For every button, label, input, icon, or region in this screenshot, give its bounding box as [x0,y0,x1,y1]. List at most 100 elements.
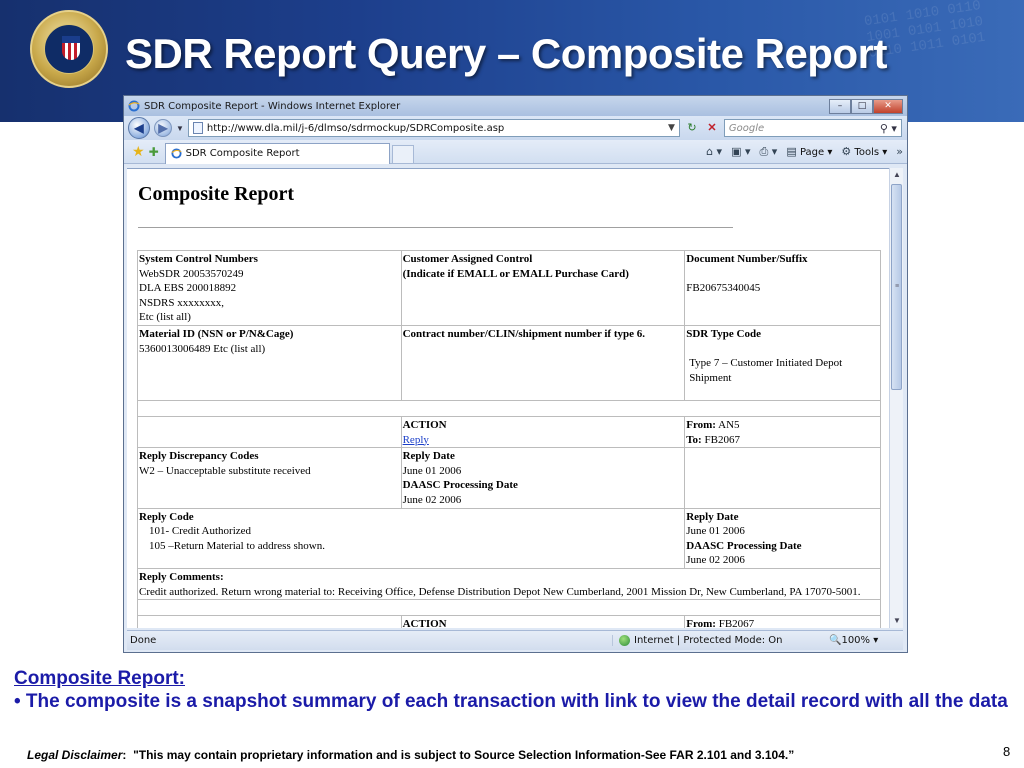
reply-code-cell: Reply Code 101- Credit Authorized 105 –R… [136,507,686,569]
cell-value: 5360013006489 Etc (list all) [139,342,266,355]
composite-report-table: System Control Numbers WebSDR 2005357024… [136,250,881,628]
scroll-up-icon[interactable]: ▲ [890,168,904,182]
cell-header: DAASC Processing Date [686,539,802,552]
cell-value: Credit authorized. Return wrong material… [139,585,861,598]
report-heading: Composite Report [138,183,295,205]
page-icon: ▤ [786,145,797,158]
from-value: AN5 [718,418,740,431]
page-viewport: Composite Report System Control Numbers … [127,168,889,628]
tools-menu[interactable]: ⚙ Tools ▾ [841,145,887,158]
scroll-down-icon[interactable]: ▼ [890,614,904,628]
cell-line: Etc (list all) [139,311,191,324]
window-title: SDR Composite Report - Windows Internet … [144,100,401,112]
home-icon[interactable]: ⌂ ▾ [706,145,722,158]
from-to-cell: From: AN5 To: FB2067 [684,415,881,449]
table-row: ACTION Reply From: AN5 To: FB2067 [137,415,881,449]
stop-icon[interactable]: ✕ [704,120,720,136]
refresh-icon[interactable]: ↻ [684,120,700,136]
cell-line: WebSDR 20053570249 [139,267,244,280]
close-button[interactable]: ✕ [873,98,903,114]
cell-value: June 02 2006 [686,554,745,567]
to-label: To: [686,433,702,446]
cell-line: NSDRS xxxxxxxx, [139,296,224,309]
from-cell: From: FB2067 [684,615,881,628]
page-number: 8 [1003,744,1011,759]
material-id-cell: Material ID (NSN or P/N&Cage) 5360013006… [137,324,402,401]
cell-value: Type 7 – Customer Initiated Depot Shipme… [689,357,843,384]
heading-divider [138,227,733,228]
new-tab-button[interactable] [391,144,414,164]
cell-header: Reply Discrepancy Codes [139,450,259,463]
scroll-thumb[interactable]: ≡ [891,184,902,390]
cell-line: DLA EBS 200018892 [139,282,237,295]
command-bar: ⌂ ▾ ▣ ▾ ⎙ ▾ ▤ Page ▾ ⚙ Tools ▾ » [706,145,903,159]
page-menu-label: Page [799,147,825,158]
history-dropdown-icon[interactable]: ▼ [176,124,184,133]
caption-heading: Composite Report: [14,668,185,689]
search-icon[interactable]: ⚲ ▾ [880,122,897,135]
empty-cell [137,615,402,628]
cell-line: 105 –Return Material to address shown. [149,539,325,552]
page-favicon-icon [192,122,203,134]
tab-sdr-composite-report[interactable]: SDR Composite Report [164,142,390,164]
search-placeholder: Google [728,122,765,134]
table-row: Material ID (NSN or P/N&Cage) 5360013006… [137,324,881,401]
action-cell: ACTION [400,615,686,628]
action-cell: ACTION Reply [400,415,686,449]
cell-value: FB20675340045 [686,282,761,295]
star-icon[interactable]: ★ [132,144,145,160]
maximize-button[interactable]: □ [851,98,873,114]
vertical-scrollbar[interactable]: ▲ ≡ ▼ [889,168,903,628]
cell-header: Reply Date [402,450,455,463]
cell-value: June 01 2006 [402,464,462,477]
slide-title: SDR Report Query – Composite Report [125,30,887,77]
system-control-cell: System Control Numbers WebSDR 2005357024… [137,250,402,326]
disclaimer-text: "This may contain proprietary informatio… [133,748,795,762]
url-dropdown-icon[interactable]: ▼ [668,123,675,133]
cell-header: Customer Assigned Control [402,253,533,265]
cell-header: SDR Type Code [686,327,762,340]
search-input[interactable]: Google ⚲ ▾ [723,119,902,137]
print-icon[interactable]: ⎙ ▾ [760,145,778,159]
cell-header: DAASC Processing Date [402,479,518,492]
zone-text: Internet | Protected Mode: On [634,635,783,646]
reply-date-cell: Reply Date June 01 2006 DAASC Processing… [684,507,881,569]
minimize-button[interactable]: – [829,98,851,114]
add-favorite-icon[interactable]: ✚ [149,145,159,159]
legal-disclaimer: Legal Disclaimer: "This may contain prop… [27,748,794,762]
page-menu[interactable]: ▤ Page ▾ [786,145,832,158]
status-text: Done [127,635,613,646]
back-arrow-icon[interactable]: ◀ [128,117,150,139]
table-row-spacer [137,399,881,417]
ie-logo-icon [128,100,140,112]
reply-comments-cell: Reply Comments: Credit authorized. Retur… [137,567,881,601]
feeds-icon[interactable]: ▣ ▾ [731,145,750,158]
reply-link[interactable]: Reply [403,433,684,448]
table-row: System Control Numbers WebSDR 2005357024… [137,250,881,326]
browser-window: SDR Composite Report - Windows Internet … [123,95,908,653]
from-label: From: [686,418,716,431]
tab-label: SDR Composite Report [185,148,300,159]
url-input[interactable]: http://www.dla.mil/j-6/dlmso/sdrmockup/S… [187,119,680,137]
document-number-cell: Document Number/Suffix FB20675340045 [684,250,881,326]
reply-discrepancy-cell: Reply Discrepancy Codes W2 – Unacceptabl… [137,447,402,509]
cell-header: Material ID (NSN or P/N&Cage) [139,327,294,340]
table-row: ACTION From: FB2067 [137,615,881,628]
globe-icon [619,635,630,646]
disclaimer-label: Legal Disclaimer [27,748,123,762]
sdr-type-cell: SDR Type Code Type 7 – Customer Initiate… [684,324,881,401]
table-row: Reply Comments: Credit authorized. Retur… [137,567,881,601]
chevron-more-icon[interactable]: » [896,145,903,158]
cell-value: June 02 2006 [402,493,462,506]
to-value: FB2067 [704,433,740,446]
favorites-tab-bar: ★ ✚ SDR Composite Report ⌂ ▾ ▣ ▾ ⎙ ▾ ▤ P… [124,140,907,164]
cell-header: System Control Numbers [139,253,258,265]
cell-header: Document Number/Suffix [686,253,808,265]
contract-number-cell: Contract number/CLIN/shipment number if … [400,324,686,401]
zoom-control[interactable]: 🔍100% ▾ [829,635,878,646]
forward-arrow-icon[interactable]: ▶ [154,119,172,137]
action-label: ACTION [402,618,447,628]
empty-cell [137,415,402,449]
disclaimer-colon: : [122,748,127,762]
empty-cell [684,447,881,509]
